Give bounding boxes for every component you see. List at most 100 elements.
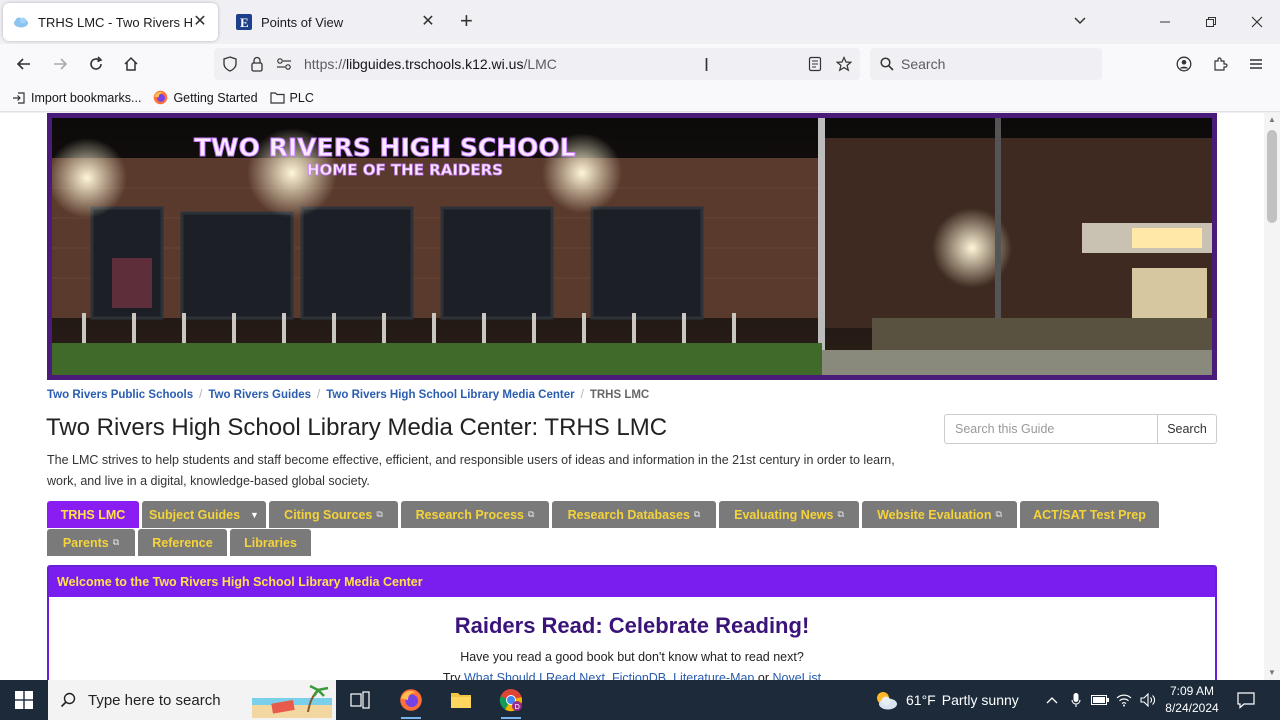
tab-parents[interactable]: Parents ⧉ — [47, 529, 135, 556]
system-clock[interactable]: 7:09 AM 8/24/2024 — [1158, 683, 1226, 717]
scroll-up-icon[interactable]: ▲ — [1264, 113, 1280, 127]
bookmark-star-icon[interactable] — [836, 56, 852, 72]
url-text[interactable]: https://libguides.trschools.k12.wi.us/LM… — [304, 56, 557, 72]
weather-temp: 61°F — [906, 692, 936, 708]
battery-icon[interactable] — [1088, 695, 1112, 705]
forward-icon[interactable] — [48, 52, 72, 76]
shield-icon[interactable] — [222, 56, 238, 72]
external-link-icon: ⧉ — [376, 509, 383, 519]
tab-subject-guides[interactable]: Subject Guides ▼ — [142, 501, 266, 528]
search-icon — [60, 692, 76, 708]
scrollbar-thumb[interactable] — [1267, 130, 1277, 223]
microphone-icon[interactable] — [1064, 692, 1088, 708]
bookmark-getting-started[interactable]: Getting Started — [153, 90, 258, 105]
weather-widget[interactable]: 61°F Partly sunny — [874, 680, 1019, 720]
tab-reference[interactable]: Reference — [138, 529, 227, 556]
close-tab-icon[interactable]: ✕ — [192, 14, 208, 30]
page-scrollbar[interactable]: ▲ ▼ — [1264, 113, 1280, 680]
caret-down-icon: ▼ — [250, 509, 259, 520]
tab-research-databases[interactable]: Research Databases ⧉ — [552, 501, 716, 528]
back-icon[interactable] — [12, 52, 36, 76]
task-view-icon[interactable] — [338, 684, 382, 716]
chevron-down-icon[interactable] — [1072, 12, 1088, 33]
home-icon[interactable] — [119, 52, 143, 76]
beach-illustration-icon — [252, 682, 332, 718]
tab-label: Research Process — [415, 507, 524, 522]
tab-label: Research Databases — [567, 507, 690, 522]
windows-start-icon[interactable] — [0, 680, 48, 720]
close-window-icon[interactable] — [1234, 0, 1280, 44]
url-prefix: https:// — [304, 56, 347, 72]
restore-icon[interactable] — [1188, 0, 1234, 44]
show-hidden-icons-icon[interactable] — [1040, 696, 1064, 704]
close-tab-icon[interactable]: ✕ — [420, 14, 436, 30]
tab-label: Website Evaluation — [877, 507, 992, 522]
account-icon[interactable] — [1172, 52, 1196, 76]
wifi-icon[interactable] — [1112, 693, 1136, 707]
taskbar-search-placeholder: Type here to search — [88, 691, 221, 709]
guide-search-input[interactable]: Search this Guide — [944, 414, 1157, 444]
bookmark-import[interactable]: Import bookmarks... — [12, 91, 141, 105]
tab-trhs-lmc[interactable]: TRHS LMC - Two Rivers High Sc ✕ — [3, 3, 218, 41]
link-what-should-i-read-next[interactable]: What Should I Read Next — [464, 671, 605, 680]
web-search-bar[interactable]: Search — [870, 48, 1102, 80]
minimize-icon[interactable] — [1142, 0, 1188, 44]
volume-icon[interactable] — [1136, 693, 1160, 707]
scroll-down-icon[interactable]: ▼ — [1264, 666, 1280, 680]
permissions-icon[interactable] — [276, 57, 292, 71]
tab-trhs-lmc[interactable]: TRHS LMC — [47, 501, 139, 528]
breadcrumb-link-lmc[interactable]: Two Rivers High School Library Media Cen… — [326, 389, 574, 401]
taskbar-search-box[interactable]: Type here to search — [48, 680, 336, 720]
breadcrumb-link-public-schools[interactable]: Two Rivers Public Schools — [47, 389, 193, 401]
tab-label: Citing Sources — [284, 507, 373, 522]
page-title: Two Rivers High School Library Media Cen… — [46, 414, 668, 441]
tab-research-process[interactable]: Research Process ⧉ — [401, 501, 549, 528]
web-search-placeholder: Search — [901, 56, 946, 72]
link-literature-map[interactable]: Literature-Map — [673, 671, 754, 680]
bookmark-label: PLC — [289, 90, 314, 105]
tab-libraries[interactable]: Libraries — [230, 529, 311, 556]
svg-text:E: E — [240, 15, 249, 30]
tab-title: TRHS LMC - Two Rivers High Sc — [38, 14, 192, 30]
breadcrumb-separator: / — [317, 389, 321, 401]
guide-search-button[interactable]: Search — [1157, 414, 1217, 444]
tab-label: Libraries — [244, 535, 297, 550]
system-tray — [1040, 680, 1160, 720]
url-bar[interactable]: https://libguides.trschools.k12.wi.us/LM… — [214, 48, 860, 80]
tab-points-of-view[interactable]: E Points of View ✕ — [226, 3, 446, 41]
reload-icon[interactable] — [84, 52, 108, 76]
breadcrumb-link-guides[interactable]: Two Rivers Guides — [208, 389, 311, 401]
bookmark-folder-plc[interactable]: PLC — [269, 90, 314, 105]
partly-sunny-icon — [874, 689, 898, 711]
external-link-icon: ⧉ — [995, 509, 1002, 519]
firefox-taskbar-icon[interactable] — [389, 684, 433, 719]
folder-icon — [269, 91, 285, 104]
tab-act-sat-test-prep[interactable]: ACT/SAT Test Prep — [1020, 501, 1159, 528]
search-icon — [880, 57, 894, 71]
tab-strip: TRHS LMC - Two Rivers High Sc ✕ E Points… — [0, 0, 1280, 44]
cloud-icon — [13, 14, 29, 30]
link-fictiondb[interactable]: FictionDB — [612, 671, 666, 680]
notification-icon[interactable] — [1236, 690, 1256, 715]
clock-date: 8/24/2024 — [1165, 701, 1219, 715]
link-novelist[interactable]: NoveList — [772, 671, 821, 680]
tab-label: Reference — [152, 535, 213, 550]
tab-website-evaluation[interactable]: Website Evaluation ⧉ — [862, 501, 1017, 528]
chrome-icon[interactable]: D — [489, 684, 533, 719]
file-explorer-icon[interactable] — [439, 684, 483, 716]
tab-label: Evaluating News — [734, 507, 834, 522]
tab-label: Subject Guides — [149, 507, 241, 522]
extensions-icon[interactable] — [1208, 52, 1232, 76]
lock-icon[interactable] — [250, 56, 264, 72]
breadcrumb: Two Rivers Public Schools / Two Rivers G… — [47, 389, 649, 401]
tab-label: ACT/SAT Test Prep — [1033, 507, 1146, 522]
welcome-box-header: Welcome to the Two Rivers High School Li… — [49, 567, 1215, 597]
raiders-read-heading: Raiders Read: Celebrate Reading! — [454, 613, 810, 638]
tab-citing-sources[interactable]: Citing Sources ⧉ — [269, 501, 398, 528]
menu-icon[interactable] — [1244, 52, 1268, 76]
reader-view-icon[interactable] — [808, 56, 822, 72]
bookmark-label: Getting Started — [173, 90, 258, 105]
new-tab-icon[interactable]: + — [460, 10, 480, 32]
tab-evaluating-news[interactable]: Evaluating News ⧉ — [719, 501, 859, 528]
reading-suggestions: Try What Should I Read Next, FictionDB, … — [49, 671, 1215, 680]
